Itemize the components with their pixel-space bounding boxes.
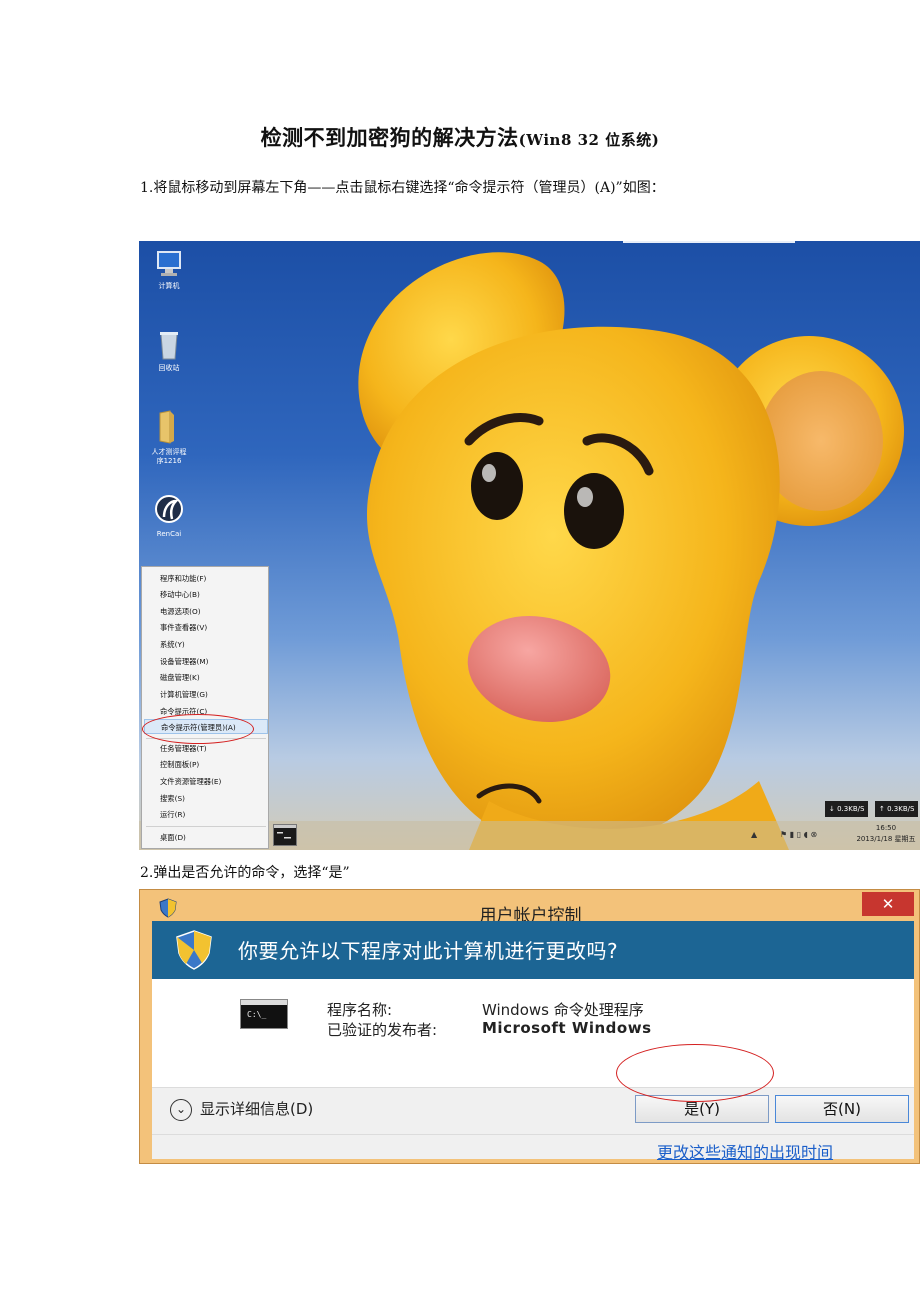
computer-icon <box>157 251 181 276</box>
uac-dialog: 用户帐户控制 ✕ 你要允许以下程序对此计算机进行更改吗? C:\_ 程序名称: … <box>139 889 920 1164</box>
no-button[interactable]: 否(N) <box>775 1095 909 1123</box>
chevron-down-icon[interactable]: ⌄ <box>170 1098 192 1121</box>
menu-item-file-explorer[interactable]: 文件资源管理器(E) <box>160 774 221 789</box>
show-details-label: 显示详细信息(D) <box>200 1100 314 1118</box>
cmd-icon <box>274 825 296 839</box>
taskbar-clock[interactable]: 16:50 2013/1/18 星期五 <box>853 823 919 845</box>
desktop-icon-recycle-bin[interactable]: 回收站 <box>145 329 193 373</box>
folder-icon <box>159 410 174 444</box>
wallpaper-dog-illustration <box>358 252 904 850</box>
system-tray[interactable]: ▲ ⚑ ▮ ▯ ◖ ⊗ <box>751 830 817 839</box>
menu-item-search[interactable]: 搜索(S) <box>160 791 185 806</box>
uac-divider <box>152 1087 914 1088</box>
net-download-badge: ↓ 0.3KB/S <box>825 801 869 817</box>
document-title: 检测不到加密狗的解决方法(Win8 32 位系统) <box>0 122 920 152</box>
tray-display-icon[interactable]: ▯ <box>797 830 801 839</box>
title-main: 检测不到加密狗的解决方法 <box>260 125 519 150</box>
tray-close-icon[interactable]: ⊗ <box>810 830 817 839</box>
menu-item-desktop[interactable]: 桌面(D) <box>160 830 186 845</box>
program-name-value: Windows 命令处理程序 <box>482 1001 644 1019</box>
program-cmd-icon: C:\_ <box>240 999 288 1029</box>
menu-item-device-manager[interactable]: 设备管理器(M) <box>160 654 208 669</box>
menu-item-mobility-center[interactable]: 移动中心(B) <box>160 587 200 602</box>
step-1-text: 1.将鼠标移动到屏幕左下角——点击鼠标右键选择“命令提示符（管理员）(A)”如图… <box>140 180 665 196</box>
uac-divider <box>152 1134 914 1135</box>
desktop-icon-label: 计算机 <box>158 282 180 290</box>
uac-shield-icon <box>176 930 212 970</box>
highlight-oval-admin-prompt <box>142 714 254 744</box>
rencai-app-icon <box>155 495 183 523</box>
desktop-icon-label: 回收站 <box>158 364 180 372</box>
menu-item-computer-management[interactable]: 计算机管理(G) <box>160 687 208 702</box>
step-2-text: 2.弹出是否允许的命令，选择“是” <box>140 865 350 881</box>
menu-item-disk-management[interactable]: 磁盘管理(K) <box>160 670 200 685</box>
program-name-label: 程序名称: <box>327 1001 393 1019</box>
uac-content: 你要允许以下程序对此计算机进行更改吗? C:\_ 程序名称: Windows 命… <box>152 921 914 1162</box>
menu-item-run[interactable]: 运行(R) <box>160 807 185 822</box>
desktop-icon-label-line1: 人才测评程 <box>151 448 187 456</box>
menu-item-control-panel[interactable]: 控制面板(P) <box>160 757 199 772</box>
uac-question: 你要允许以下程序对此计算机进行更改吗? <box>238 939 619 963</box>
uac-banner: 你要允许以下程序对此计算机进行更改吗? <box>152 921 914 979</box>
highlight-oval-yes <box>616 1044 774 1102</box>
uac-close-button[interactable]: ✕ <box>862 892 914 916</box>
menu-item-power-options[interactable]: 电源选项(O) <box>160 604 201 619</box>
menu-item-programs-features[interactable]: 程序和功能(F) <box>160 571 206 586</box>
menu-item-system[interactable]: 系统(Y) <box>160 637 185 652</box>
publisher-label: 已验证的发布者: <box>327 1021 438 1039</box>
tray-network-icon[interactable]: ▮ <box>790 830 794 839</box>
recycle-bin-icon <box>160 332 178 360</box>
desktop-icon-computer[interactable]: 计算机 <box>145 249 193 291</box>
clock-date: 2013/1/18 星期五 <box>856 835 916 843</box>
uac-program-info: C:\_ 程序名称: Windows 命令处理程序 已验证的发布者: Micro… <box>152 979 914 1087</box>
desktop-screenshot: 计算机 回收站 人才测评程 序1216 RenCai ↓ 0.3KB/S ↑ 0… <box>139 241 920 850</box>
taskbar-cmd-button[interactable] <box>273 824 297 846</box>
menu-item-event-viewer[interactable]: 事件查看器(V) <box>160 620 207 635</box>
desktop-icon-label-line2: 序1216 <box>156 457 182 465</box>
tray-up-arrow-icon[interactable]: ▲ <box>751 830 757 839</box>
title-suffix: (Win8 32 位系统) <box>518 131 660 149</box>
tray-volume-icon[interactable]: ◖ <box>804 830 808 839</box>
tray-flag-icon[interactable]: ⚑ <box>780 830 787 839</box>
desktop-icon-label: RenCai <box>156 530 182 538</box>
clock-time: 16:50 <box>875 824 897 832</box>
start-context-menu: 程序和功能(F) 移动中心(B) 电源选项(O) 事件查看器(V) 系统(Y) … <box>141 566 269 849</box>
show-details-toggle[interactable]: ⌄ 显示详细信息(D) <box>170 1098 313 1121</box>
desktop-icon-folder[interactable]: 人才测评程 序1216 <box>145 409 193 466</box>
publisher-value: Microsoft Windows <box>482 1019 652 1037</box>
desktop-icon-rencai[interactable]: RenCai <box>145 493 193 539</box>
net-upload-badge: ↑ 0.3KB/S <box>875 801 919 817</box>
menu-separator <box>146 826 266 827</box>
change-notification-link[interactable]: 更改这些通知的出现时间 <box>657 1139 833 1163</box>
